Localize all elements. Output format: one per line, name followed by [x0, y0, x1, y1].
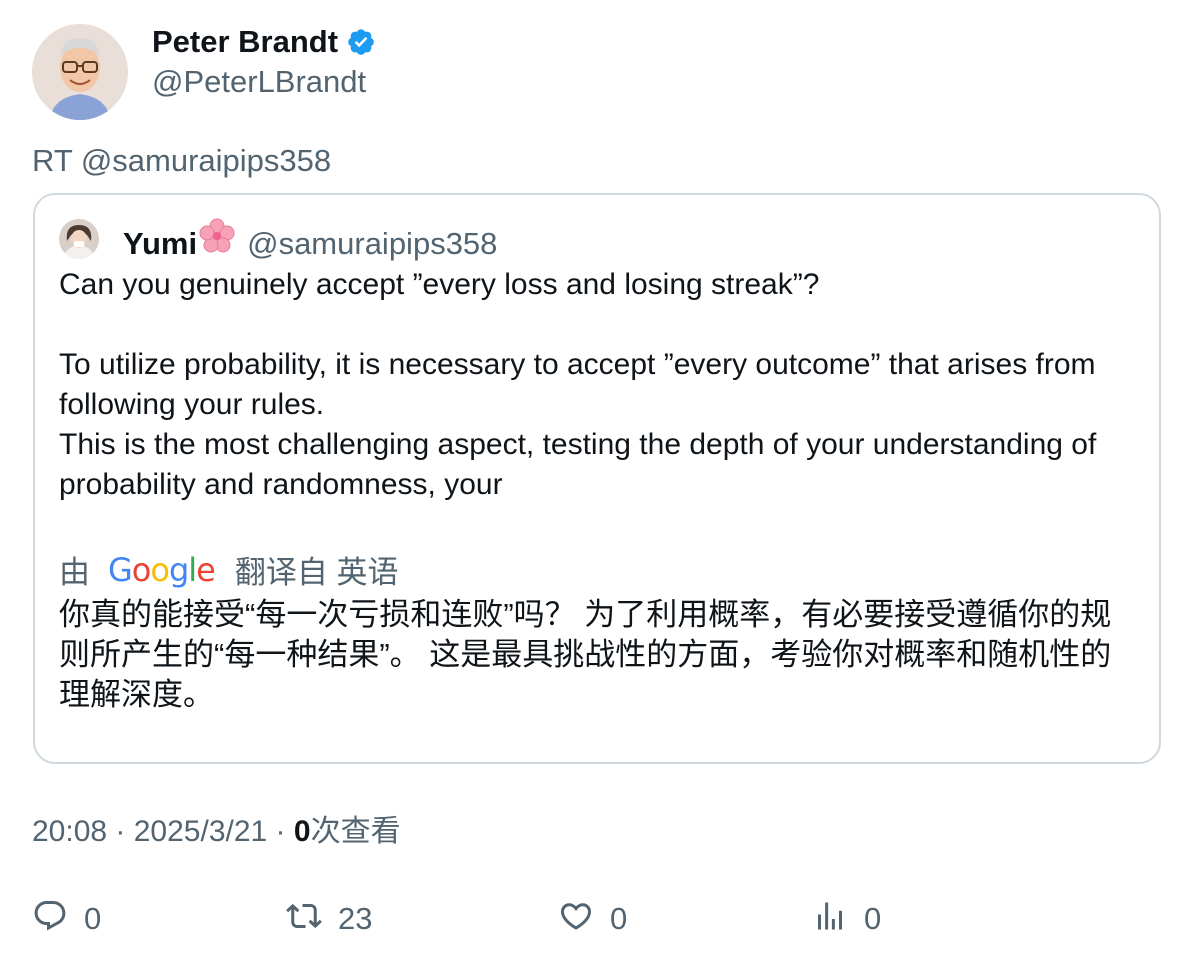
google-logo: Google: [108, 550, 216, 589]
views-count: 0: [293, 815, 311, 848]
quote-name-row: Yumi @samuraipips358: [123, 218, 497, 262]
reply-icon: [32, 898, 68, 939]
quote-handle[interactable]: @samuraipips358: [247, 226, 497, 262]
retweet-text: RT @samuraipips358: [32, 143, 332, 178]
quote-author-avatar[interactable]: [59, 219, 99, 259]
tweet-meta: 20:08 · 2025/3/21 · 0次查看: [32, 812, 401, 852]
author-avatar[interactable]: [32, 24, 128, 120]
translate-by-label: 由: [59, 555, 90, 590]
translation-attribution: 由 Google 翻译自 英语: [59, 547, 398, 592]
author-display-name[interactable]: Peter Brandt: [152, 22, 338, 62]
translated-body-text: 你真的能接受“每一次亏损和连败”吗？ 为了利用概率，有必要接受遵循你的规则所产生…: [59, 597, 1112, 712]
author-name-row: Peter Brandt: [152, 22, 376, 62]
meta-separator: ·: [107, 815, 134, 848]
verified-badge-icon: [346, 27, 376, 57]
avatar-illustration: [32, 24, 128, 120]
tweet-time[interactable]: 20:08: [32, 815, 107, 848]
author-handle[interactable]: @PeterLBrandt: [152, 62, 366, 102]
quote-avatar-illustration: [59, 219, 99, 259]
views-label: 次查看: [310, 815, 401, 848]
tweet-action-bar: 0 23 0 0: [0, 898, 1196, 942]
like-count: 0: [610, 900, 628, 936]
retweet-count: 23: [338, 900, 373, 936]
retweet-icon: [286, 898, 322, 939]
reply-button[interactable]: 0: [32, 898, 101, 939]
meta-separator: ·: [267, 815, 294, 848]
retweet-button[interactable]: 23: [286, 898, 372, 939]
views-button[interactable]: 0: [812, 898, 881, 939]
views-action-count: 0: [864, 900, 882, 936]
like-button[interactable]: 0: [558, 898, 627, 939]
cherry-blossom-emoji-icon: [199, 218, 235, 254]
reply-count: 0: [84, 900, 102, 936]
tweet-date[interactable]: 2025/3/21: [134, 815, 267, 848]
analytics-icon: [812, 898, 848, 939]
translated-from-label[interactable]: 翻译自 英语: [235, 547, 399, 592]
quoted-tweet-card[interactable]: Yumi @samuraipips358 Can you genuinely a…: [33, 193, 1161, 764]
heart-icon: [558, 898, 594, 939]
quote-display-name[interactable]: Yumi: [123, 226, 197, 262]
quote-body-text: Can you genuinely accept ”every loss and…: [59, 268, 1097, 501]
